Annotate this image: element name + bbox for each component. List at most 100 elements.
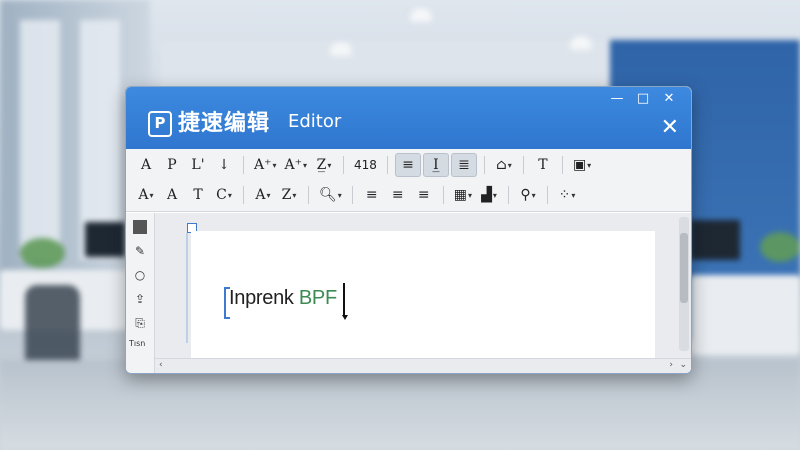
align-right-icon: ≡: [417, 187, 430, 203]
select-tool-button[interactable]: [130, 217, 150, 237]
copy-tool-button[interactable]: ⎘: [130, 313, 150, 333]
document-text-line[interactable]: Inprenk BPF: [229, 287, 337, 310]
font-style-a2-icon: A: [166, 187, 178, 203]
title-bar: P 捷速编辑 Editor — □ ✕ ✕: [126, 87, 691, 149]
table-icon: ▦: [453, 187, 468, 203]
clear-format-icon: T: [538, 157, 548, 173]
fill-color-icon: ⌂: [496, 157, 507, 173]
dropdown-caret-icon: ▾: [531, 190, 536, 200]
italic-l-button[interactable]: L': [186, 154, 210, 176]
vertical-ruler: [186, 233, 188, 343]
export-tool-button[interactable]: ⇪: [130, 289, 150, 309]
toolbar-separator: [308, 186, 309, 204]
font-style-a2-button[interactable]: A: [160, 184, 184, 206]
align-left-button[interactable]: ≡: [360, 184, 384, 206]
table-button[interactable]: ▦ ▾: [451, 184, 475, 206]
close-icon[interactable]: ✕: [661, 115, 679, 140]
grid-button[interactable]: ⁘ ▾: [555, 184, 579, 206]
cursor-tip-icon: [342, 315, 348, 320]
line-spacing-button[interactable]: 418: [351, 154, 380, 176]
vertical-scroll-thumb[interactable]: [680, 233, 688, 303]
align-left-icon: ≡: [365, 187, 378, 203]
clear-format-button[interactable]: T: [531, 154, 555, 176]
toolbar-separator: [386, 156, 388, 174]
dropdown-caret-icon: ▾: [492, 190, 497, 200]
line-spacing-icon: 418: [354, 158, 377, 172]
close-button[interactable]: ✕: [659, 91, 679, 106]
ribbon-toolbar: A P L' ↓ A⁺ ▾ A⁺ ▾ Z̲ ▾ 418 ≡ I̲ ≣ ⌂ ▾ T ▣ ▾ A ▾ A T C ▾ A ▾ Z ▾ 🔍︎ ▾…: [126, 149, 691, 212]
dropdown-caret-icon: ▾: [468, 190, 473, 200]
dropdown-caret-icon: ▾: [327, 160, 332, 170]
dropdown-caret-icon: ▾: [303, 160, 308, 170]
toolbar-separator: [522, 156, 524, 174]
square-icon: [133, 220, 147, 234]
toolbar-separator: [243, 156, 244, 174]
app-title-chinese: 捷速编辑: [178, 111, 271, 136]
document-workspace[interactable]: Inprenk BPF ‹ › ⌄: [155, 213, 691, 373]
font-style-c-icon: C: [216, 187, 227, 203]
font-size-up-icon: A⁺: [254, 157, 272, 173]
toolbar-separator: [243, 186, 244, 204]
font-p-icon: P: [167, 157, 177, 173]
text-green: BPF: [298, 287, 337, 309]
chart-button[interactable]: ▟ ▾: [477, 184, 501, 206]
dropdown-caret-icon: ▾: [292, 190, 297, 200]
font-a-button[interactable]: A: [134, 154, 158, 176]
font-style-t-button[interactable]: T: [186, 184, 210, 206]
grid-icon: ⁘: [558, 187, 571, 203]
scroll-left-icon[interactable]: ‹: [159, 360, 163, 370]
toolbar-row-1: A P L' ↓ A⁺ ▾ A⁺ ▾ Z̲ ▾ 418 ≡ I̲ ≣ ⌂ ▾ T ▣ ▾: [134, 152, 594, 178]
highlight-pen-button[interactable]: Z̲ ▾: [312, 154, 336, 176]
toolbar-separator: [442, 186, 444, 204]
dropdown-caret-icon: ▾: [149, 190, 154, 200]
toolbar-row-2: A ▾ A T C ▾ A ▾ Z ▾ 🔍︎ ▾ ≡ ≡ ≡ ▦ ▾ ▟ ▾ ⚲ ▾ ⁘ ▾: [134, 182, 579, 208]
align-center-active-button[interactable]: I̲: [422, 153, 449, 177]
find-button[interactable]: 🔍︎ ▾: [316, 184, 345, 206]
app-logo-icon: P: [148, 111, 172, 137]
font-color-button[interactable]: A ▾: [251, 184, 275, 206]
font-style-a-button[interactable]: A ▾: [134, 184, 158, 206]
shapes-button[interactable]: ⚲ ▾: [516, 184, 540, 206]
font-style-t-icon: T: [193, 187, 203, 203]
sidebar-bottom-label: Tısn: [129, 339, 146, 348]
insert-box-button[interactable]: ▣ ▾: [570, 154, 594, 176]
maximize-button[interactable]: □: [633, 91, 653, 106]
editor-window: P 捷速编辑 Editor — □ ✕ ✕ A P L' ↓ A⁺ ▾ A⁺ ▾ Z̲ ▾ 418 ≡…: [125, 86, 692, 374]
find-icon: 🔍︎: [319, 187, 337, 203]
scroll-right-icon[interactable]: ›: [669, 360, 673, 370]
toolbar-separator: [351, 186, 353, 204]
align-justify-button[interactable]: ≣: [450, 153, 477, 177]
dropdown-caret-icon: ▾: [227, 190, 232, 200]
app-title-english: Editor: [288, 111, 342, 132]
align-left-active-button[interactable]: ≡: [394, 153, 421, 177]
left-tool-sidebar: ✎ ○ ⇪ ⎘ Tısn: [126, 213, 155, 373]
text-cursor: [343, 283, 345, 317]
align-right-button[interactable]: ≡: [412, 184, 436, 206]
dropdown-caret-icon: ▾: [507, 160, 512, 170]
chart-icon: ▟: [481, 187, 492, 203]
font-style-a-icon: A: [138, 187, 149, 203]
font-color-icon: A: [255, 187, 266, 203]
zoom-tool-button[interactable]: ○: [130, 265, 150, 285]
dropdown-caret-icon: ▾: [272, 160, 277, 170]
font-size-up-button[interactable]: A⁺ ▾: [251, 154, 280, 176]
arrow-down-button[interactable]: ↓: [212, 154, 236, 176]
align-center-button[interactable]: ≡: [386, 184, 410, 206]
align-left-active-icon: ≡: [402, 157, 414, 173]
strike-pen-button[interactable]: Z ▾: [277, 184, 301, 206]
scroll-down-icon[interactable]: ⌄: [679, 360, 687, 370]
document-page[interactable]: Inprenk BPF: [191, 231, 655, 359]
horizontal-scrollbar[interactable]: ‹ › ⌄: [155, 358, 691, 373]
font-a-icon: A: [140, 157, 152, 173]
align-center-icon: ≡: [391, 187, 404, 203]
minimize-button[interactable]: —: [607, 91, 627, 106]
toolbar-separator: [561, 156, 563, 174]
fill-color-button[interactable]: ⌂ ▾: [492, 154, 516, 176]
font-p-button[interactable]: P: [160, 154, 184, 176]
font-style-c-button[interactable]: C ▾: [212, 184, 236, 206]
arrow-down-icon: ↓: [218, 157, 230, 173]
font-size-down-button[interactable]: A⁺ ▾: [282, 154, 311, 176]
pen-tool-button[interactable]: ✎: [130, 241, 150, 261]
toolbar-separator: [508, 186, 510, 204]
toolbar-separator: [483, 156, 485, 174]
